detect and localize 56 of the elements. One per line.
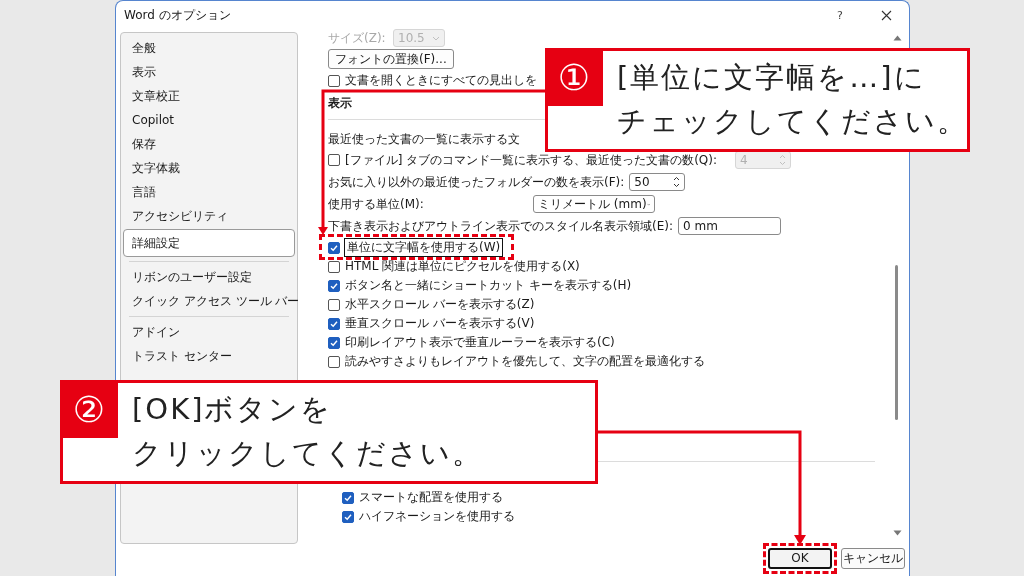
option-label: 最近使った文書の一覧に表示する文 bbox=[328, 131, 521, 148]
option-label[interactable]: 印刷レイアウト表示で垂直ルーラーを表示する(C) bbox=[345, 334, 615, 351]
option-label[interactable]: 単位に文字幅を使用する(W) bbox=[345, 239, 503, 256]
option-label: 下書き表示およびアウトライン表示でのスタイル名表示領域(E): bbox=[328, 217, 673, 235]
option-label[interactable]: スマートな配置を使用する bbox=[359, 489, 503, 506]
scrollbar-thumb[interactable] bbox=[895, 265, 898, 420]
scroll-up-icon[interactable] bbox=[892, 35, 902, 41]
sidebar-item[interactable]: 言語 bbox=[123, 180, 295, 204]
option-label: お気に入り以外の最近使ったフォルダーの数を表示(F): bbox=[328, 173, 625, 191]
sidebar-item[interactable]: 文字体裁 bbox=[123, 156, 295, 180]
checkbox[interactable] bbox=[328, 154, 340, 166]
dialog-button[interactable]: キャンセル bbox=[841, 547, 905, 569]
option-label: 使用する単位(M): bbox=[328, 195, 425, 213]
checkbox[interactable] bbox=[342, 491, 354, 504]
instruction-text: クリックしてください。 bbox=[132, 435, 483, 472]
spin-field[interactable]: 50 bbox=[629, 173, 686, 191]
unit-dropdown[interactable]: ミリメートル (mm) bbox=[533, 195, 655, 213]
instruction-text: [OK]ボタンを bbox=[132, 391, 334, 428]
sidebar-item[interactable]: 保存 bbox=[123, 132, 295, 156]
checkbox[interactable] bbox=[342, 510, 354, 523]
sidebar-item[interactable]: 全般 bbox=[123, 36, 295, 60]
option-label[interactable]: 読みやすさよりもレイアウトを優先して、文字の配置を最適化する bbox=[345, 353, 705, 370]
step-number: ① bbox=[545, 48, 603, 106]
sidebar-item[interactable]: リボンのユーザー設定 bbox=[123, 265, 295, 289]
size-label: サイズ(Z): bbox=[328, 29, 387, 47]
option-label[interactable]: ボタン名と一緒にショートカット キーを表示する(H) bbox=[345, 277, 632, 294]
sidebar-item[interactable]: 文章校正 bbox=[123, 84, 295, 108]
section-heading: 表示 bbox=[328, 95, 353, 112]
checkbox[interactable] bbox=[328, 279, 340, 292]
window-title: Word のオプション bbox=[124, 6, 232, 24]
option-label[interactable]: HTML 関連は単位にピクセルを使用する(X) bbox=[345, 258, 580, 275]
step-number: ② bbox=[60, 380, 118, 438]
sidebar-item[interactable]: Copilot bbox=[123, 108, 295, 132]
option-label[interactable]: [ファイル] タブのコマンド一覧に表示する、最近使った文書の数(Q): bbox=[345, 151, 718, 169]
sidebar-item[interactable]: 表示 bbox=[123, 60, 295, 84]
checkbox[interactable] bbox=[328, 241, 340, 254]
checkbox[interactable] bbox=[328, 317, 340, 330]
option-label[interactable]: 垂直スクロール バーを表示する(V) bbox=[345, 315, 535, 332]
sidebar-item[interactable]: 詳細設定 bbox=[123, 229, 295, 257]
checkbox[interactable] bbox=[328, 298, 340, 311]
dialog-button[interactable]: OK bbox=[768, 547, 832, 569]
sidebar-item[interactable]: トラスト センター bbox=[123, 344, 295, 368]
scroll-down-icon[interactable] bbox=[892, 530, 902, 536]
checkbox[interactable] bbox=[328, 355, 340, 368]
instruction-text: [単位に文字幅を…]に bbox=[617, 59, 927, 96]
instruction-text: チェックしてください。 bbox=[617, 103, 968, 140]
sidebar-item[interactable]: アクセシビリティ bbox=[123, 204, 295, 228]
sidebar-item[interactable]: アドイン bbox=[123, 320, 295, 344]
option-label[interactable]: ハイフネーションを使用する bbox=[359, 508, 515, 525]
checkbox[interactable] bbox=[328, 260, 340, 273]
spin-arrows-icon[interactable] bbox=[673, 176, 681, 188]
text-field[interactable]: 0 mm bbox=[678, 217, 781, 235]
help-button[interactable]: ? bbox=[817, 8, 863, 22]
option-label[interactable]: 水平スクロール バーを表示する(Z) bbox=[345, 296, 535, 313]
checkbox[interactable] bbox=[328, 336, 340, 349]
chevron-down-icon bbox=[432, 35, 440, 41]
